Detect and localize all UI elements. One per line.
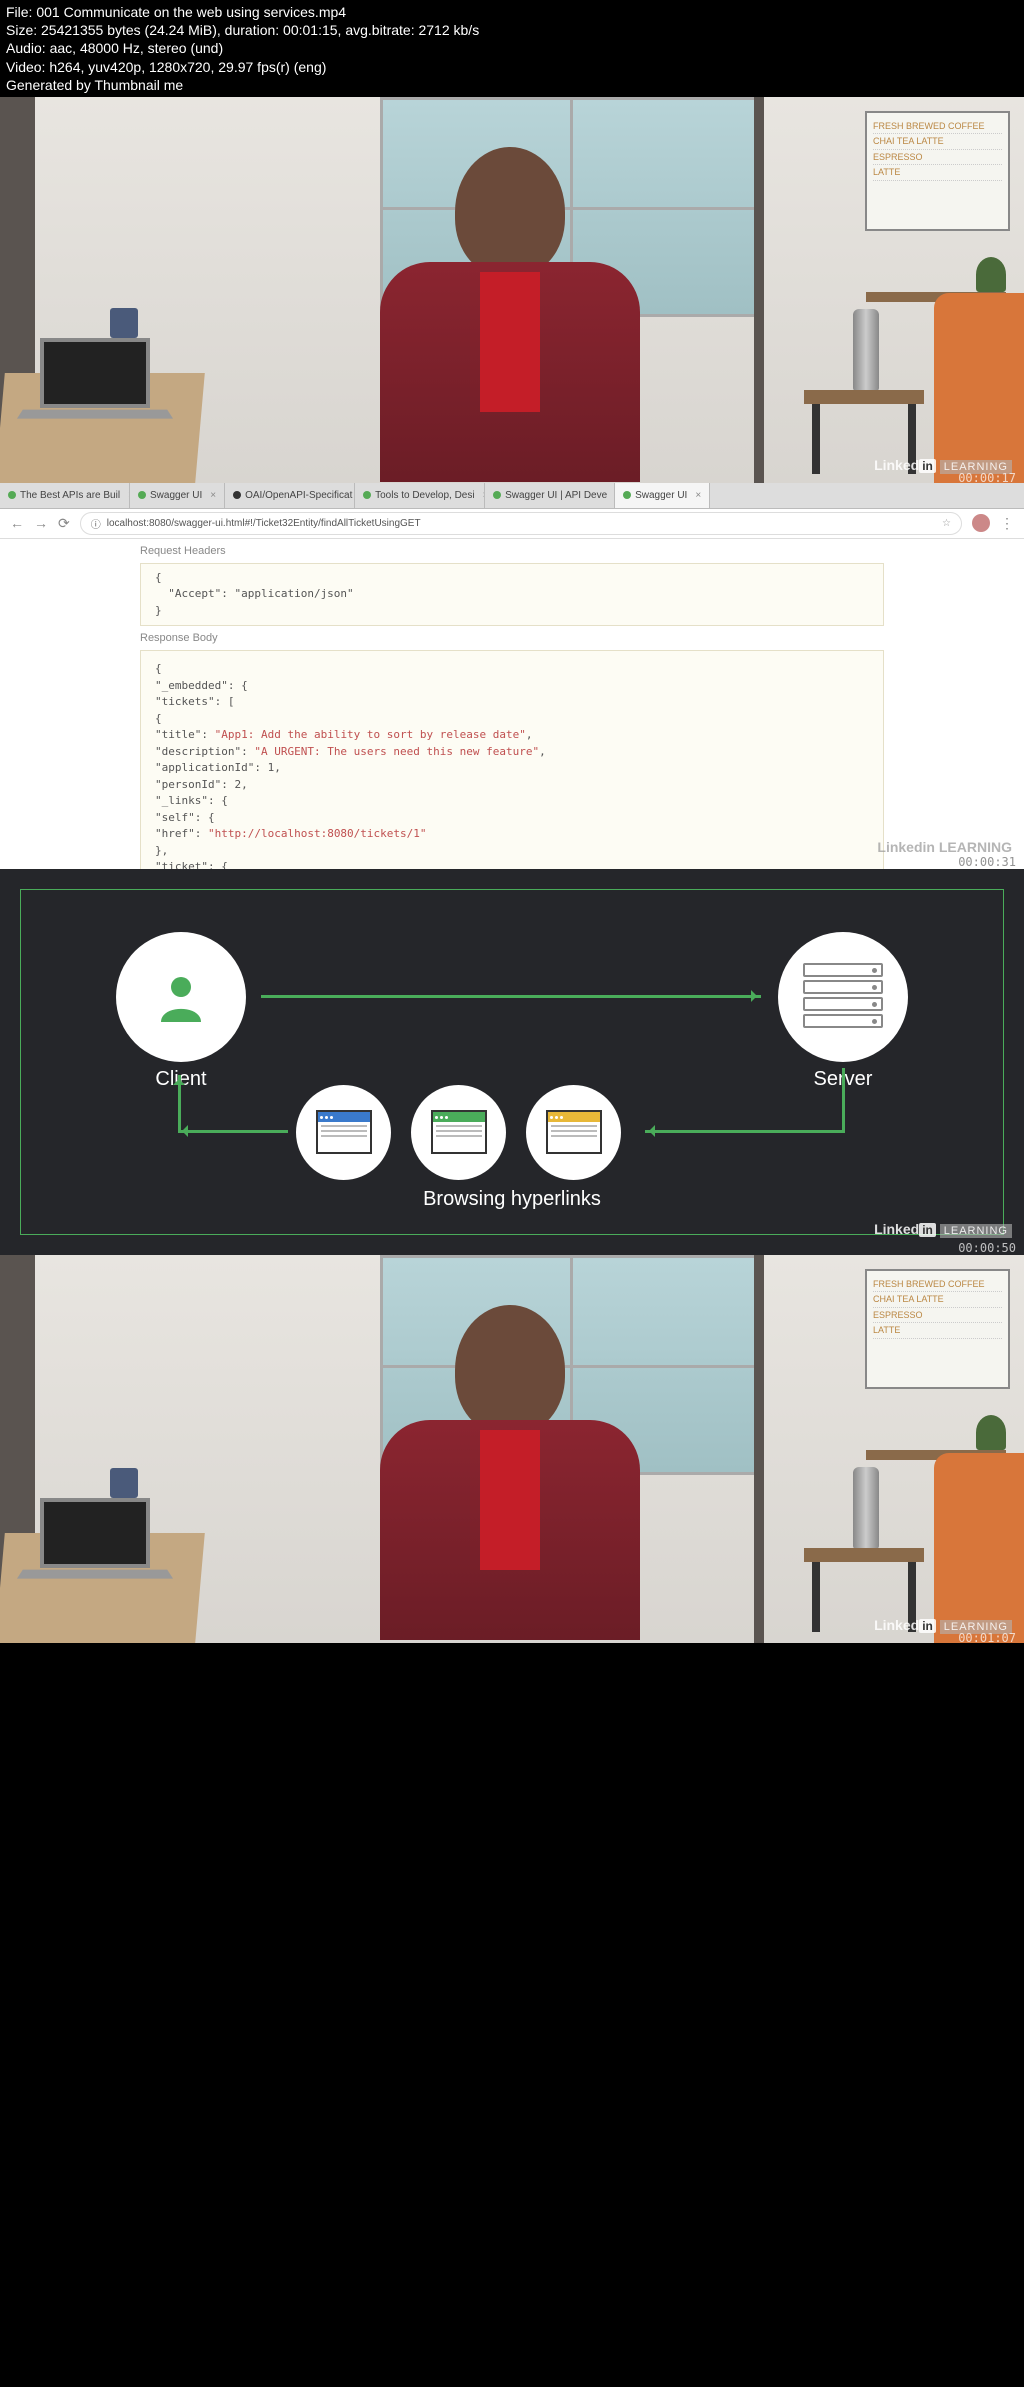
timestamp: 00:00:17 [958,471,1016,483]
url-input[interactable]: ⓘ localhost:8080/swagger-ui.html#!/Ticke… [80,512,962,535]
meta-video: Video: h264, yuv420p, 1280x720, 29.97 fp… [6,58,1018,76]
timestamp: 00:00:50 [958,1241,1016,1255]
coffee-mug [110,308,138,338]
back-icon[interactable]: ← [10,515,24,531]
browser-tab[interactable]: Tools to Develop, Desi× [355,483,485,508]
thumbnail-frame-2: The Best APIs are Buil× Swagger UI× OAI/… [0,483,1024,869]
timestamp: 00:00:31 [958,855,1016,869]
browser-node-3 [526,1085,621,1180]
browser-node-1 [296,1085,391,1180]
browser-window-icon [431,1110,487,1154]
plant [976,257,1006,292]
browser-tab-bar: The Best APIs are Buil× Swagger UI× OAI/… [0,483,1024,509]
thumbnail-frame-3: Client Server Browsing hyperlinks Linked… [0,869,1024,1255]
orange-chair [934,1453,1024,1643]
thermos [853,1467,879,1549]
arrow-segment [178,1130,288,1133]
thumbnail-frame-1: FRESH BREWED COFFEE CHAI TEA LATTE ESPRE… [0,97,1024,483]
video-metadata-header: File: 001 Communicate on the web using s… [0,0,1024,97]
server-icon [803,963,883,1031]
browser-tab-active[interactable]: Swagger UI× [615,483,710,508]
laptop [20,1498,170,1593]
server-node [778,932,908,1062]
linkedin-learning-watermark: Linkedin LEARNING [877,839,1012,855]
close-icon[interactable]: × [695,490,701,501]
browser-window-icon [316,1110,372,1154]
side-table [804,1548,924,1562]
browser-url-bar: ← → ⟳ ⓘ localhost:8080/swagger-ui.html#!… [0,509,1024,539]
whiteboard: FRESH BREWED COFFEE CHAI TEA LATTE ESPRE… [865,111,1010,231]
browsing-hyperlinks-label: Browsing hyperlinks [362,1188,662,1211]
response-body-label: Response Body [140,626,884,650]
user-icon [151,967,211,1027]
laptop [20,338,170,433]
orange-chair [934,293,1024,483]
coffee-mug [110,1468,138,1498]
browser-tab[interactable]: Swagger UI | API Deve× [485,483,615,508]
info-icon: ⓘ [91,516,101,531]
arrow-server-to-browsers [645,1130,845,1133]
presenter-person [370,1305,650,1641]
plant [976,1415,1006,1450]
arrow-segment [842,1068,845,1133]
presenter-person [370,147,650,483]
browser-tab[interactable]: Swagger UI× [130,483,225,508]
meta-audio: Audio: aac, 48000 Hz, stereo (und) [6,39,1018,57]
request-headers-code: { "Accept": "application/json" } [140,563,884,627]
diagram-border: Client Server Browsing hyperlinks [20,889,1004,1235]
arrow-client-to-server [261,995,761,998]
arrow-browsers-to-client [178,1075,181,1133]
browser-node-2 [411,1085,506,1180]
meta-file: File: 001 Communicate on the web using s… [6,3,1018,21]
request-headers-label: Request Headers [140,539,884,563]
meta-generated: Generated by Thumbnail me [6,76,1018,94]
wall-panel [754,1255,764,1643]
browser-tab[interactable]: OAI/OpenAPI-Specificat× [225,483,355,508]
browser-window-icon [546,1110,602,1154]
timestamp: 00:01:07 [958,1631,1016,1643]
reload-icon[interactable]: ⟳ [58,515,70,532]
forward-icon[interactable]: → [34,515,48,531]
menu-icon[interactable]: ⋮ [1000,515,1014,532]
bookmark-star-icon[interactable]: ☆ [942,518,951,529]
meta-size: Size: 25421355 bytes (24.24 MiB), durati… [6,21,1018,39]
close-icon[interactable]: × [210,490,216,501]
whiteboard: FRESH BREWED COFFEE CHAI TEA LATTE ESPRE… [865,1269,1010,1389]
thumbnail-frame-4: FRESH BREWED COFFEE CHAI TEA LATTE ESPRE… [0,1255,1024,1643]
linkedin-learning-watermark: Linkedin LEARNING [874,1221,1012,1237]
profile-avatar[interactable] [972,514,990,532]
side-table [804,390,924,404]
client-node [116,932,246,1062]
browser-tab[interactable]: The Best APIs are Buil× [0,483,130,508]
thermos [853,309,879,391]
wall-panel [754,97,764,483]
